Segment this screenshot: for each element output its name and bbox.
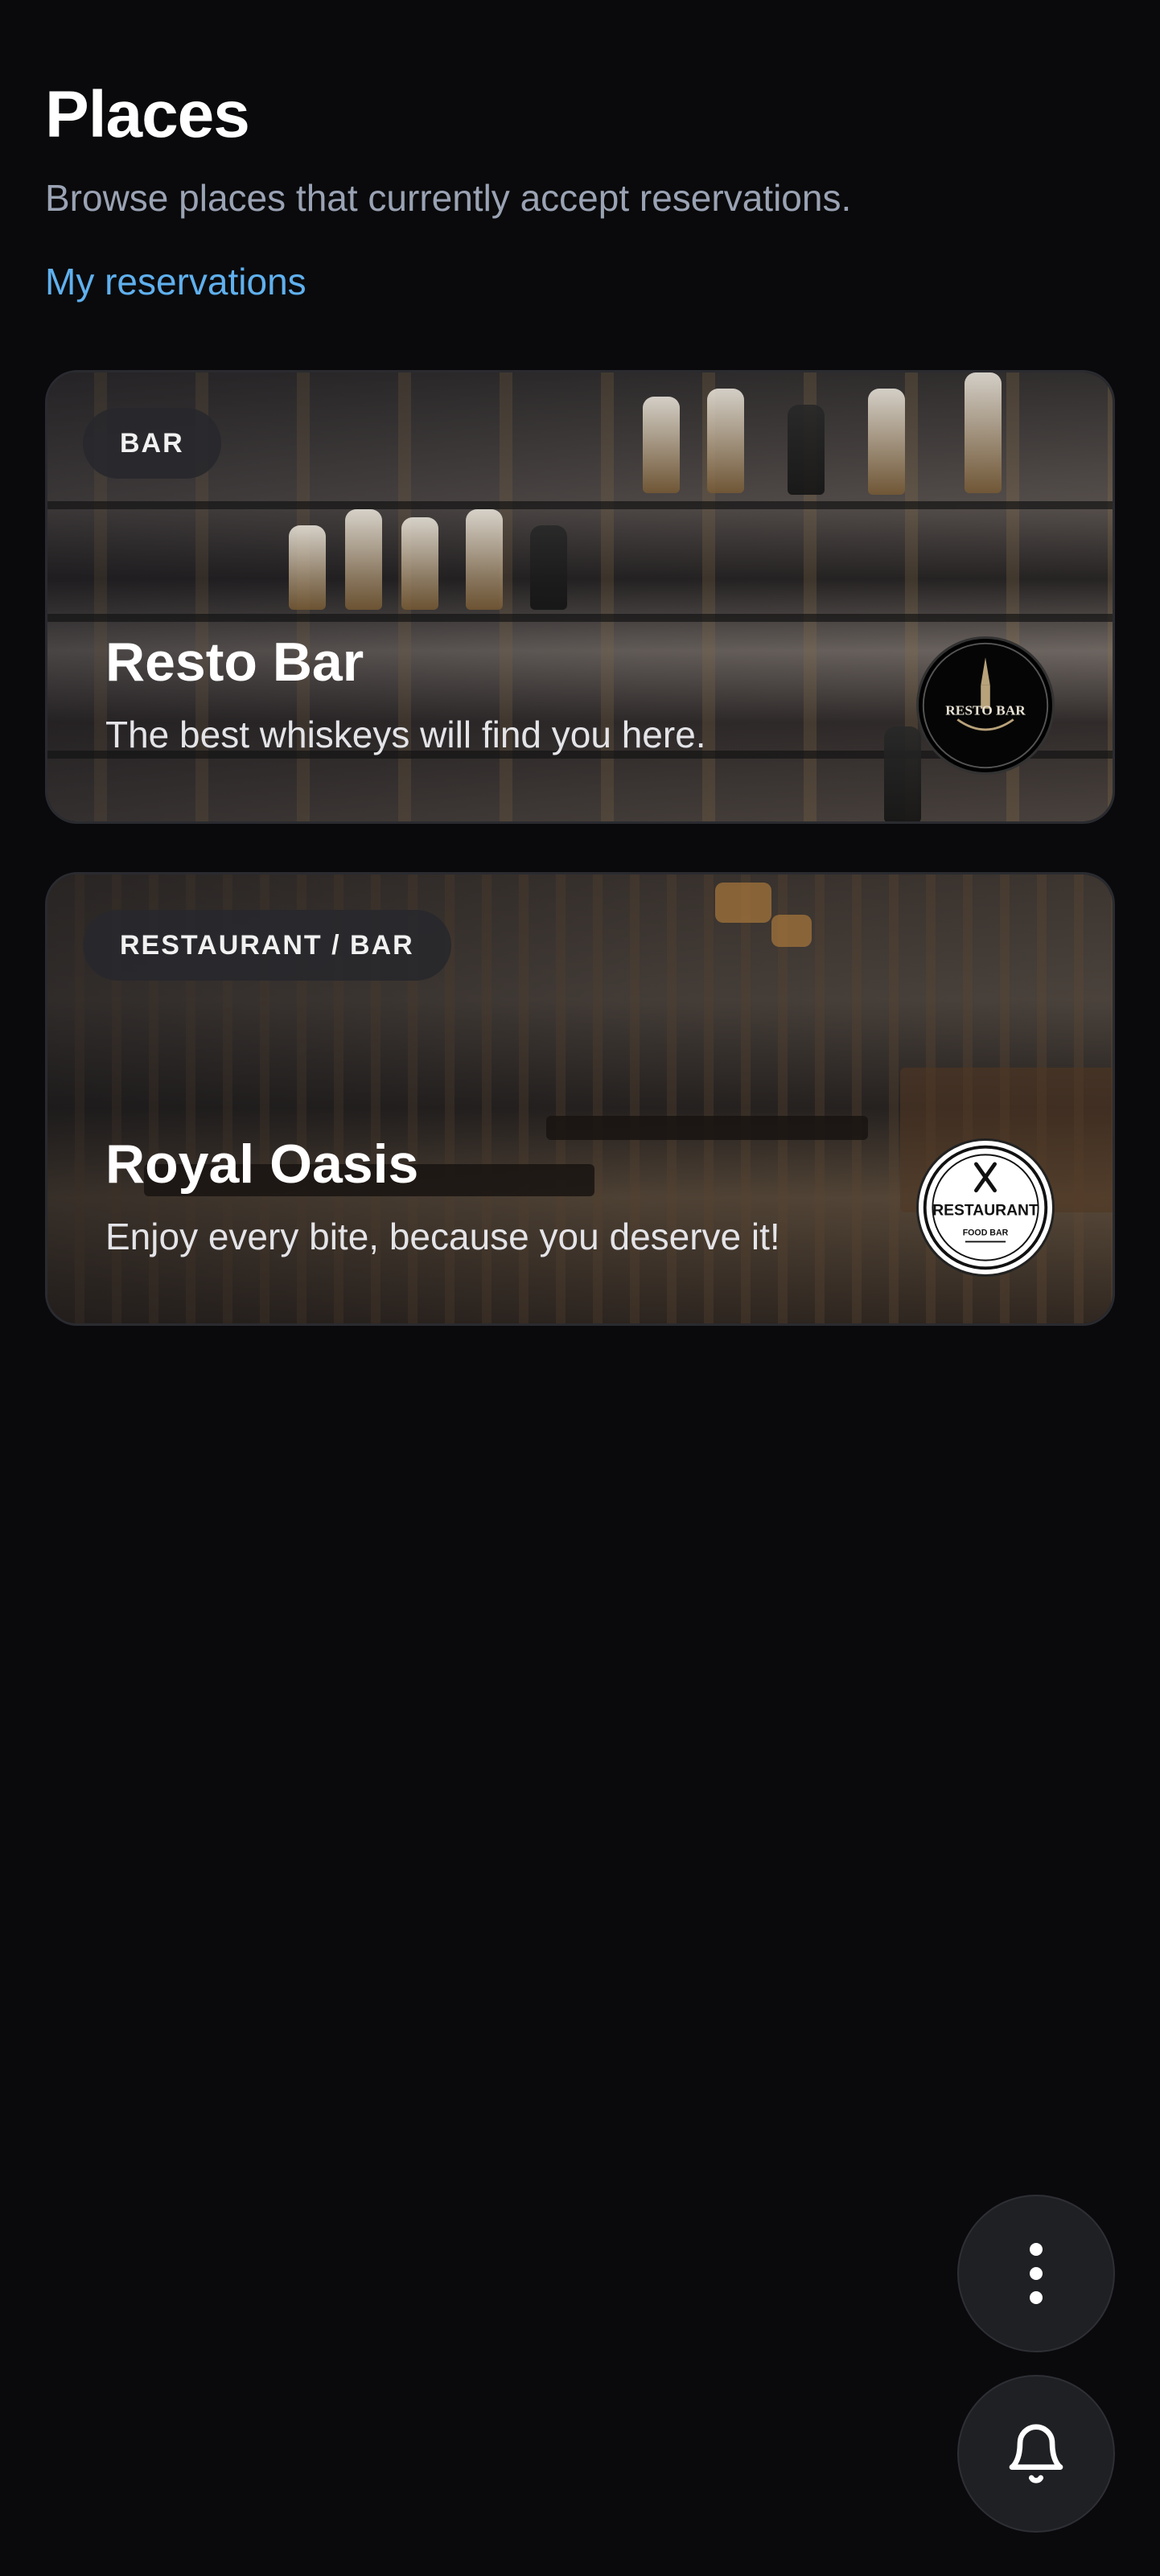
page-title: Places	[45, 78, 250, 151]
page-header: Places Browse places that currently acce…	[45, 71, 1115, 306]
place-description: The best whiskeys will find you here.	[105, 714, 706, 755]
place-category-badge: BAR	[83, 408, 221, 479]
place-description: Enjoy every bite, because you deserve it…	[105, 1216, 780, 1257]
page-subtitle: Browse places that currently accept rese…	[45, 177, 852, 219]
place-name: Resto Bar	[105, 632, 364, 693]
place-name: Royal Oasis	[105, 1134, 419, 1195]
restaurant-logo-text: RESTAURANT	[932, 1203, 1039, 1220]
bell-icon	[1009, 2424, 1063, 2483]
resto-bar-logo-text: RESTO BAR	[945, 703, 1026, 718]
notifications-button[interactable]	[957, 2375, 1115, 2533]
resto-bar-logo: RESTO BAR	[916, 636, 1055, 775]
places-screen: Places Browse places that currently acce…	[0, 0, 1160, 2576]
place-card-resto-bar[interactable]: BAR Resto Bar The best whiskeys will fin…	[45, 370, 1115, 824]
more-options-button[interactable]	[957, 2195, 1115, 2352]
my-reservations-link[interactable]: My reservations	[45, 257, 306, 306]
restaurant-logo-subtext: FOOD BAR	[963, 1228, 1009, 1238]
place-card-royal-oasis[interactable]: RESTAURANT / BAR Royal Oasis Enjoy every…	[45, 872, 1115, 1326]
more-vertical-icon	[1030, 2243, 1043, 2304]
restaurant-food-bar-logo: RESTAURANT FOOD BAR	[916, 1138, 1055, 1277]
place-category-badge: RESTAURANT / BAR	[83, 910, 451, 981]
